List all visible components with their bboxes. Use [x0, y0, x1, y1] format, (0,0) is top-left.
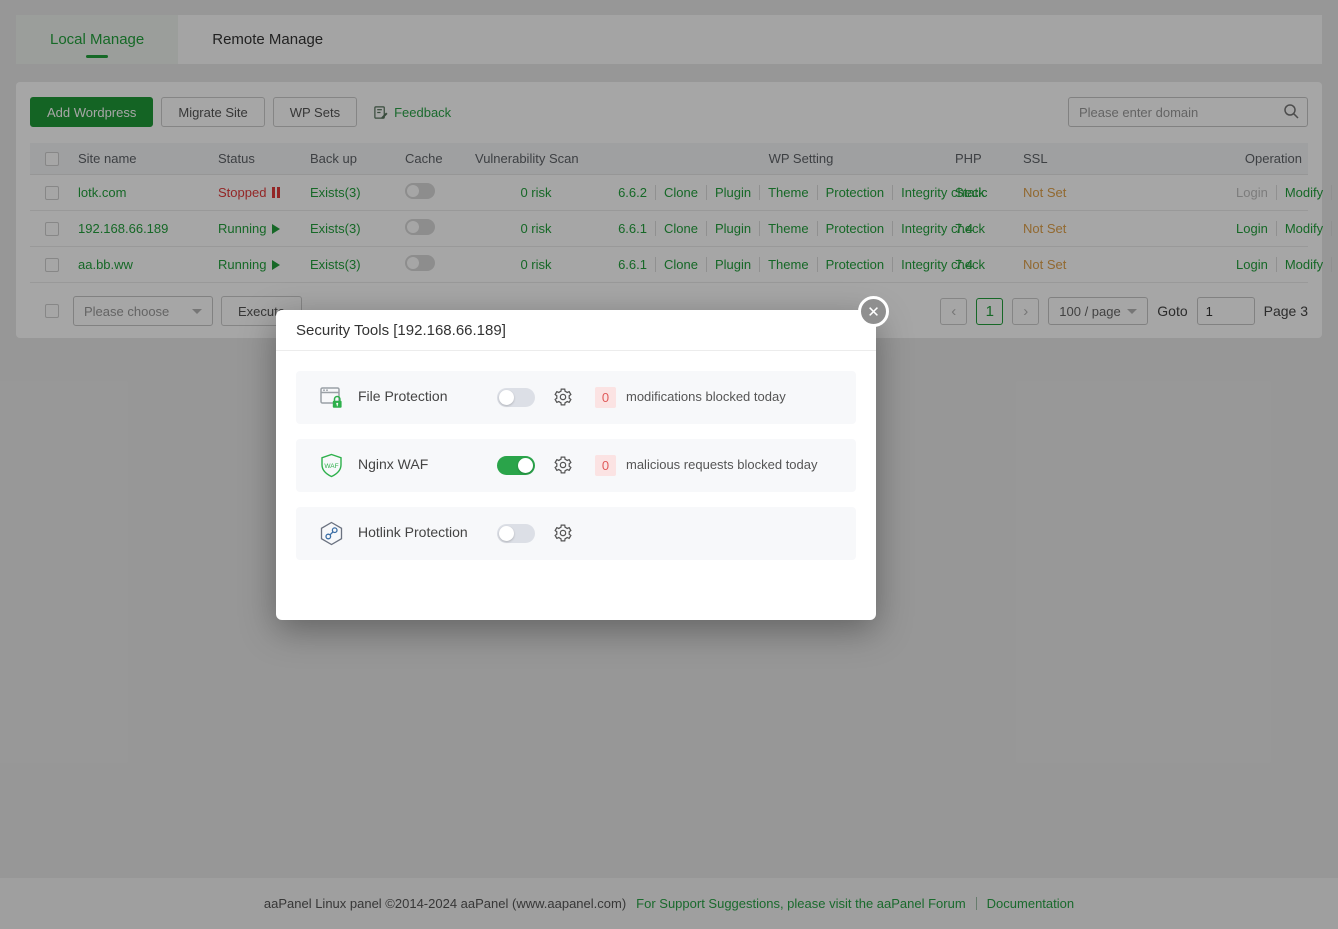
hotlink-protection-row: Hotlink Protection [296, 507, 856, 560]
hotlink-protection-icon [318, 520, 345, 547]
blocked-stat-text: modifications blocked today [626, 389, 786, 404]
close-icon: ✕ [867, 303, 880, 321]
blocked-stat-text: malicious requests blocked today [626, 457, 818, 472]
gear-icon[interactable] [553, 455, 573, 475]
file-protection-label: File Protection [358, 388, 447, 404]
hotlink-protection-toggle[interactable] [497, 524, 535, 543]
file-protection-icon [318, 384, 345, 411]
file-protection-toggle[interactable] [497, 388, 535, 407]
gear-icon[interactable] [553, 523, 573, 543]
blocked-count-badge: 0 [595, 387, 616, 408]
nginx-waf-toggle[interactable] [497, 456, 535, 475]
hotlink-protection-label: Hotlink Protection [358, 524, 468, 540]
gear-icon[interactable] [553, 387, 573, 407]
waf-shield-icon: WAF [318, 452, 345, 479]
svg-text:WAF: WAF [324, 463, 338, 470]
modal-title: Security Tools [192.168.66.189] [276, 310, 876, 351]
security-tools-modal: ✕ Security Tools [192.168.66.189] File P… [276, 310, 876, 620]
close-modal-button[interactable]: ✕ [858, 296, 889, 327]
blocked-count-badge: 0 [595, 455, 616, 476]
nginx-waf-row: WAF Nginx WAF 0 malicious requests block… [296, 439, 856, 492]
nginx-waf-label: Nginx WAF [358, 456, 428, 472]
file-protection-row: File Protection 0 modifications blocked … [296, 371, 856, 424]
